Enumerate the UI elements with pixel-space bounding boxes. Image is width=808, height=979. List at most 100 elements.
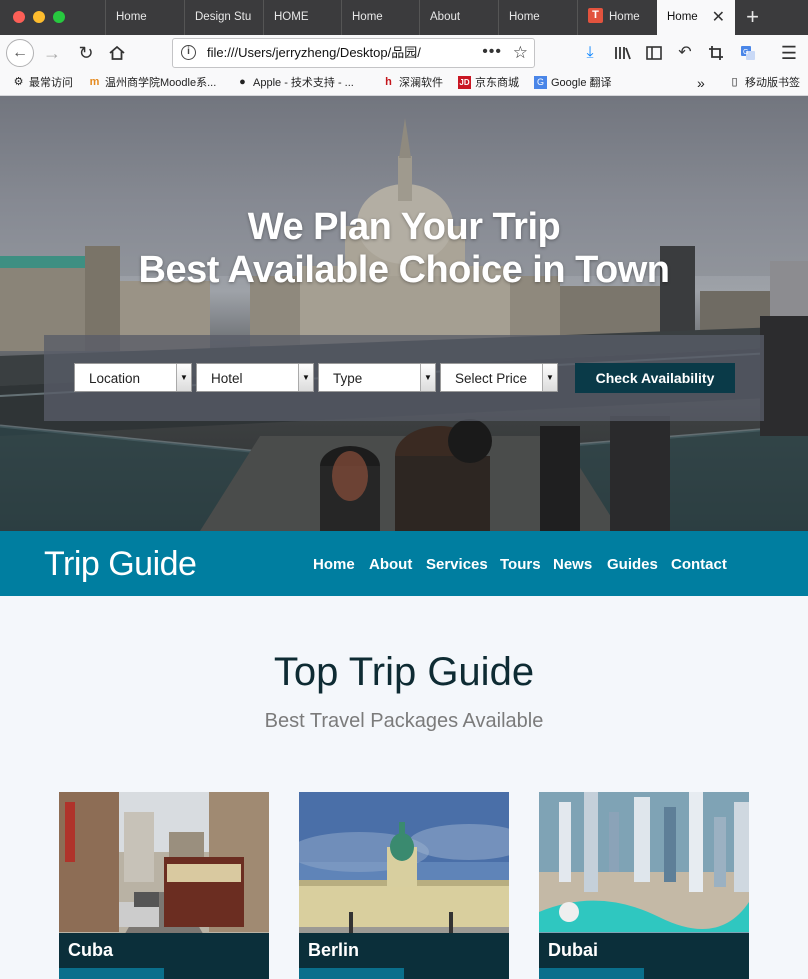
downloads-icon[interactable]: ⤓	[577, 39, 603, 67]
tab-favicon-icon: T	[588, 8, 603, 24]
nav-link-contact[interactable]: Contact	[671, 531, 727, 599]
home-button[interactable]	[103, 39, 131, 67]
browser-tab[interactable]: T Home	[577, 0, 657, 35]
bookmark-item[interactable]: ● Apple - 技术支持 - ...	[236, 71, 354, 95]
new-tab-button[interactable]: +	[740, 0, 765, 35]
bookmark-label: 移动版书签	[745, 77, 800, 89]
crop-screenshot-icon[interactable]	[703, 39, 729, 67]
menu-icon[interactable]: ☰	[776, 39, 802, 67]
browser-tab[interactable]: Design Stu	[184, 0, 264, 35]
tab-label: Home	[116, 11, 147, 23]
card-footer-bar	[539, 968, 749, 979]
info-icon[interactable]: i	[181, 45, 196, 60]
browser-toolbar: ← → ↻ i file:///Users/jerryzheng/Desktop…	[0, 35, 808, 71]
apple-icon: ●	[239, 75, 246, 88]
dropdown-arrow-icon: ▼	[176, 364, 191, 391]
translate-icon[interactable]: G	[735, 39, 761, 67]
section-subtitle: Best Travel Packages Available	[264, 710, 544, 732]
type-select[interactable]: Type ▼	[318, 363, 436, 392]
tab-label: Home	[609, 11, 640, 23]
browser-tab[interactable]: About	[419, 0, 499, 35]
tab-label: Home	[667, 11, 698, 23]
browser-tab-bar: Home Design Stu HOME Home About Home T Ho…	[0, 0, 808, 35]
google-translate-icon: G	[534, 75, 547, 89]
card-footer-bar	[299, 968, 509, 979]
browser-tab[interactable]: HOME	[263, 0, 342, 35]
tab-label: Home	[352, 11, 383, 23]
window-zoom-button[interactable]	[53, 11, 65, 23]
bookmark-label: 最常访问	[29, 77, 73, 89]
url-text[interactable]: file:///Users/jerryzheng/Desktop/品园/	[207, 39, 447, 67]
bookmark-label: 温州商学院Moodle系...	[105, 77, 217, 89]
destination-card-berlin[interactable]: Berlin	[299, 792, 509, 979]
check-availability-button[interactable]: Check Availability	[575, 363, 735, 393]
browser-tab[interactable]: Home	[341, 0, 420, 35]
gear-icon: ⚙	[13, 75, 24, 88]
nav-link-tours[interactable]: Tours	[500, 531, 541, 599]
section-title: Top Trip Guide	[273, 650, 535, 694]
bookmark-item[interactable]: h 深澜软件	[382, 71, 443, 95]
search-panel: Location ▼ Hotel ▼ Type ▼ Select Price ▼…	[44, 335, 764, 421]
bookmark-item[interactable]: m 温州商学院Moodle系...	[88, 71, 217, 95]
card-caption: Cuba	[59, 933, 269, 968]
forward-button[interactable]: →	[38, 39, 66, 67]
reload-button[interactable]: ↻	[72, 39, 100, 67]
destination-card-cuba[interactable]: Cuba	[59, 792, 269, 979]
select-label: Type	[333, 371, 363, 386]
destination-card-dubai[interactable]: Dubai	[539, 792, 749, 979]
nav-link-services[interactable]: Services	[426, 531, 488, 599]
browser-tab[interactable]: Home	[498, 0, 578, 35]
bookmark-label: Google 翻译	[551, 77, 612, 89]
nav-link-home[interactable]: Home	[313, 531, 355, 599]
hotel-select[interactable]: Hotel ▼	[196, 363, 314, 392]
page-actions-icon[interactable]: •••	[482, 39, 502, 65]
mobile-icon: ▯	[731, 75, 738, 88]
hero-title-line1: We Plan Your Trip	[247, 206, 561, 248]
srun-icon: h	[385, 75, 392, 88]
bookmark-label: 深澜软件	[399, 77, 443, 89]
tab-label: Home	[509, 11, 540, 23]
url-bar[interactable]: i file:///Users/jerryzheng/Desktop/品园/ •…	[172, 38, 535, 68]
dropdown-arrow-icon: ▼	[298, 364, 313, 391]
tab-label: Design Stu	[195, 11, 252, 23]
select-label: Select Price	[455, 371, 528, 386]
browser-tab-active[interactable]: Home ✕	[657, 0, 735, 35]
undo-icon[interactable]: ↶	[672, 39, 698, 67]
window-minimize-button[interactable]	[33, 11, 45, 23]
bookmark-item[interactable]: ▯ 移动版书签	[728, 71, 800, 95]
hero-banner: We Plan Your Trip Best Available Choice …	[0, 96, 808, 531]
site-logo[interactable]: Trip Guide	[44, 531, 197, 597]
jd-icon: JD	[458, 75, 471, 89]
tab-label: HOME	[274, 11, 309, 23]
svg-text:G: G	[743, 49, 748, 56]
bookmarks-overflow-icon[interactable]: »	[697, 71, 705, 95]
site-header: Trip Guide Home About Services Tours New…	[0, 531, 808, 596]
bookmark-label: Apple - 技术支持 - ...	[253, 77, 354, 89]
bookmark-item[interactable]: G Google 翻译	[534, 71, 612, 95]
library-icon[interactable]	[610, 39, 636, 67]
sidebar-icon[interactable]	[641, 39, 667, 67]
select-label: Hotel	[211, 371, 243, 386]
home-icon	[109, 45, 125, 60]
location-select[interactable]: Location ▼	[74, 363, 192, 392]
nav-link-news[interactable]: News	[553, 531, 592, 599]
back-button[interactable]: ←	[6, 39, 34, 67]
card-caption: Berlin	[299, 933, 509, 968]
price-select[interactable]: Select Price ▼	[440, 363, 558, 392]
nav-link-about[interactable]: About	[369, 531, 412, 599]
select-label: Location	[89, 371, 141, 386]
tab-label: About	[430, 11, 461, 23]
moodle-icon: m	[89, 75, 100, 88]
hero-title-line2: Best Available Choice in Town	[138, 249, 670, 291]
bookmark-item[interactable]: JD 京东商城	[458, 71, 519, 95]
tab-close-icon[interactable]: ✕	[712, 0, 725, 35]
nav-link-guides[interactable]: Guides	[607, 531, 658, 599]
bookmark-star-icon[interactable]: ☆	[513, 39, 528, 67]
city-background-image	[0, 96, 808, 531]
dropdown-arrow-icon: ▼	[420, 364, 435, 391]
card-caption: Dubai	[539, 933, 749, 968]
bookmark-item[interactable]: ⚙ 最常访问	[12, 71, 73, 95]
browser-tab[interactable]: Home	[105, 0, 185, 35]
bookmark-label: 京东商城	[475, 77, 519, 89]
window-close-button[interactable]	[13, 11, 25, 23]
